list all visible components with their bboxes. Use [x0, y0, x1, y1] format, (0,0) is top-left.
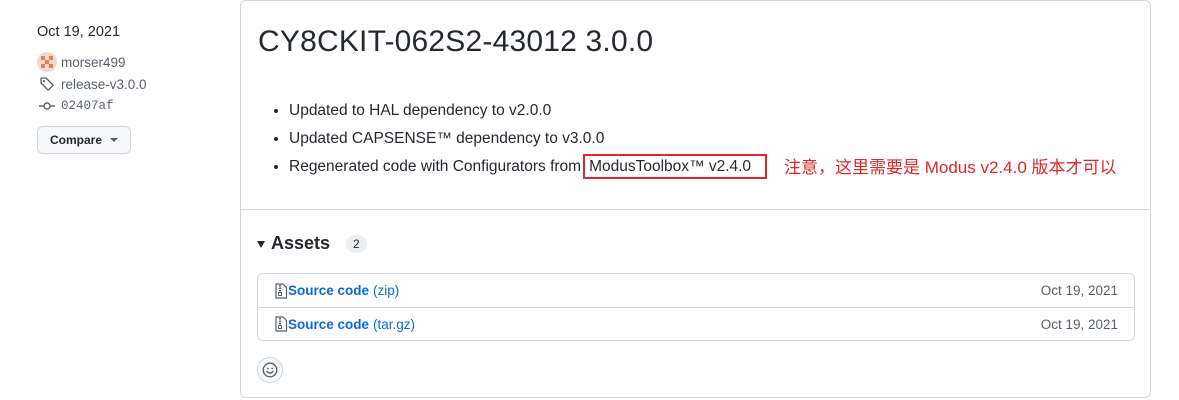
compare-label: Compare: [50, 133, 103, 147]
divider: [241, 209, 1150, 210]
list-item: Updated to HAL dependency to v2.0.0: [289, 97, 767, 125]
asset-ext[interactable]: (zip): [373, 283, 399, 298]
git-commit-icon: [37, 96, 57, 116]
commit-row[interactable]: 02407af: [37, 96, 227, 116]
release-card: CY8CKIT-062S2-43012 3.0.0 Updated to HAL…: [240, 0, 1151, 398]
avatar: [37, 52, 57, 72]
asset-date: Oct 19, 2021: [1040, 316, 1118, 332]
highlighted-version: ModusToolbox™ v2.4.0: [583, 154, 768, 179]
asset-link-targz[interactable]: Source code: [288, 317, 369, 332]
chevron-down-icon: [110, 138, 119, 142]
list-item: Updated CAPSENSE™ dependency to v3.0.0: [289, 125, 767, 153]
tag-icon: [37, 74, 57, 94]
assets-count-badge: 2: [346, 234, 367, 253]
asset-ext[interactable]: (tar.gz): [373, 317, 415, 332]
triangle-down-icon: [257, 241, 265, 248]
assets-heading: Assets: [271, 233, 331, 253]
file-zip-icon: [275, 316, 288, 332]
tag-name[interactable]: release-v3.0.0: [61, 77, 147, 92]
list-item: Source code (tar.gz) Oct 19, 2021: [258, 307, 1134, 340]
author-name[interactable]: morser499: [61, 55, 126, 70]
asset-date: Oct 19, 2021: [1040, 283, 1118, 298]
compare-button[interactable]: Compare: [37, 126, 132, 154]
smiley-icon: [262, 362, 278, 378]
file-zip-icon: [275, 282, 288, 299]
tag-row[interactable]: release-v3.0.0: [37, 74, 227, 94]
release-notes: Updated to HAL dependency to v2.0.0 Upda…: [258, 97, 768, 181]
list-item: Source code (zip) Oct 19, 2021: [258, 274, 1134, 307]
add-reaction-button[interactable]: [257, 357, 283, 383]
release-title[interactable]: CY8CKIT-062S2-43012 3.0.0: [258, 25, 653, 59]
author-row[interactable]: morser499: [37, 52, 227, 72]
list-item: Regenerated code with Configurators from…: [289, 153, 768, 181]
asset-link-zip[interactable]: Source code: [288, 283, 369, 298]
note-text: Regenerated code with Configurators from: [289, 158, 582, 175]
release-date: Oct 19, 2021: [37, 24, 121, 40]
assets-toggle[interactable]: Assets 2: [257, 233, 367, 254]
commit-hash[interactable]: 02407af: [61, 99, 114, 113]
red-annotation-text: 注意，这里需要是 Modus v2.4.0 版本才可以: [784, 158, 1117, 177]
release-sidebar: Oct 19, 2021 morser499 release-v3.0.0 02…: [37, 24, 227, 154]
assets-list: Source code (zip) Oct 19, 2021 Source co…: [257, 273, 1135, 341]
